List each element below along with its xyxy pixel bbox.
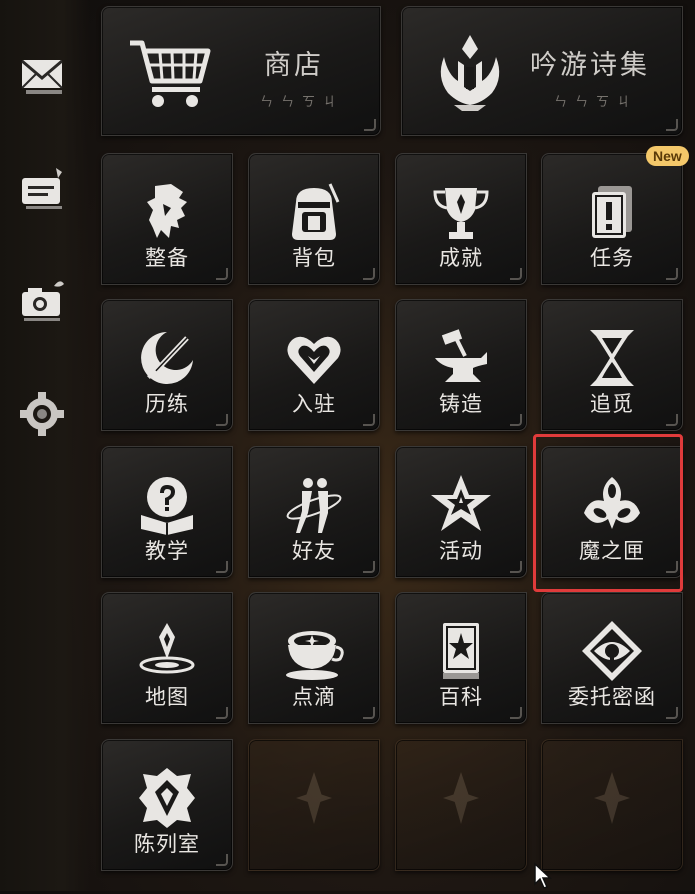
hourglass-icon (580, 326, 644, 390)
shop-button[interactable]: 商店 ㄣㄣㄎㄐ (101, 6, 381, 136)
tile-label: 历练 (145, 392, 189, 416)
empty-slot (395, 739, 527, 871)
settings-gear-icon[interactable] (16, 388, 68, 440)
question-book-icon (135, 473, 199, 537)
heart-link-icon (282, 326, 346, 390)
tile-label: 背包 (292, 246, 336, 270)
tile-backpack[interactable]: 背包 (248, 153, 380, 285)
tile-label: 追觅 (590, 392, 634, 416)
tile-encyclopedia[interactable]: 百科 (395, 592, 527, 724)
locked-diamond-icon (429, 766, 493, 830)
tile-label: 任务 (590, 246, 634, 270)
tile-label: 入驻 (292, 392, 336, 416)
tile-achievement[interactable]: 成就 (395, 153, 527, 285)
friends-icon (282, 473, 346, 537)
quest-card-icon (580, 180, 644, 244)
tile-label: 成就 (439, 246, 483, 270)
mail-icon[interactable] (16, 48, 68, 100)
tile-label: 好友 (292, 539, 336, 563)
encyclopedia-icon (429, 619, 493, 683)
map-pin-icon (135, 619, 199, 683)
tile-label: 活动 (439, 539, 483, 563)
tile-label: 陈列室 (134, 832, 200, 856)
tile-label: 点滴 (292, 685, 336, 709)
teacup-star-icon (282, 619, 346, 683)
tile-quest[interactable]: 任务 (541, 153, 683, 285)
poetry-title: 吟游诗集 (530, 50, 650, 81)
sword-crescent-icon (135, 326, 199, 390)
camera-icon[interactable] (16, 274, 68, 326)
backpack-icon (282, 180, 346, 244)
cursor-icon (532, 862, 556, 890)
poetry-button[interactable]: 吟游诗集 ㄣㄣㄎㄐ (401, 6, 683, 136)
tile-friends[interactable]: 好友 (248, 446, 380, 578)
tile-gallery[interactable]: 陈列室 (101, 739, 233, 871)
tile-secret-letters[interactable]: 委托密函 (541, 592, 683, 724)
tile-pursuit[interactable]: 追觅 (541, 299, 683, 431)
shopping-cart-icon (126, 37, 212, 109)
star-emblem-icon (429, 473, 493, 537)
tile-label: 魔之匣 (579, 539, 645, 563)
sidebar (0, 0, 90, 891)
tile-magic-box[interactable]: 魔之匣 (541, 446, 683, 578)
tile-label: 整备 (145, 246, 189, 270)
empty-slot (541, 739, 683, 871)
locked-diamond-icon (282, 766, 346, 830)
empty-slot (248, 739, 380, 871)
tile-label: 百科 (439, 685, 483, 709)
message-card-icon[interactable] (16, 162, 68, 214)
shop-title: 商店 (264, 50, 324, 81)
shop-subtitle: ㄣㄣㄎㄐ (260, 95, 345, 110)
tile-moments[interactable]: 点滴 (248, 592, 380, 724)
gallery-crest-icon (135, 766, 199, 830)
tile-events[interactable]: 活动 (395, 446, 527, 578)
tile-label: 铸造 (439, 392, 483, 416)
tile-label: 委托密函 (568, 685, 656, 709)
anvil-hammer-icon (429, 326, 493, 390)
new-badge: New (646, 146, 689, 166)
tile-forge[interactable]: 铸造 (395, 299, 527, 431)
tile-tutorial[interactable]: 教学 (101, 446, 233, 578)
eye-letter-icon (580, 619, 644, 683)
tile-station[interactable]: 入驻 (248, 299, 380, 431)
locked-diamond-icon (580, 766, 644, 830)
lyre-crest-icon (430, 31, 510, 115)
tile-label: 教学 (145, 539, 189, 563)
tile-label: 地图 (145, 685, 189, 709)
poetry-subtitle: ㄣㄣㄎㄐ (554, 95, 639, 110)
tile-equip[interactable]: 整备 (101, 153, 233, 285)
tile-training[interactable]: 历练 (101, 299, 233, 431)
trophy-icon (429, 180, 493, 244)
tile-map[interactable]: 地图 (101, 592, 233, 724)
character-profile-icon (135, 180, 199, 244)
trefoil-box-icon (580, 473, 644, 537)
